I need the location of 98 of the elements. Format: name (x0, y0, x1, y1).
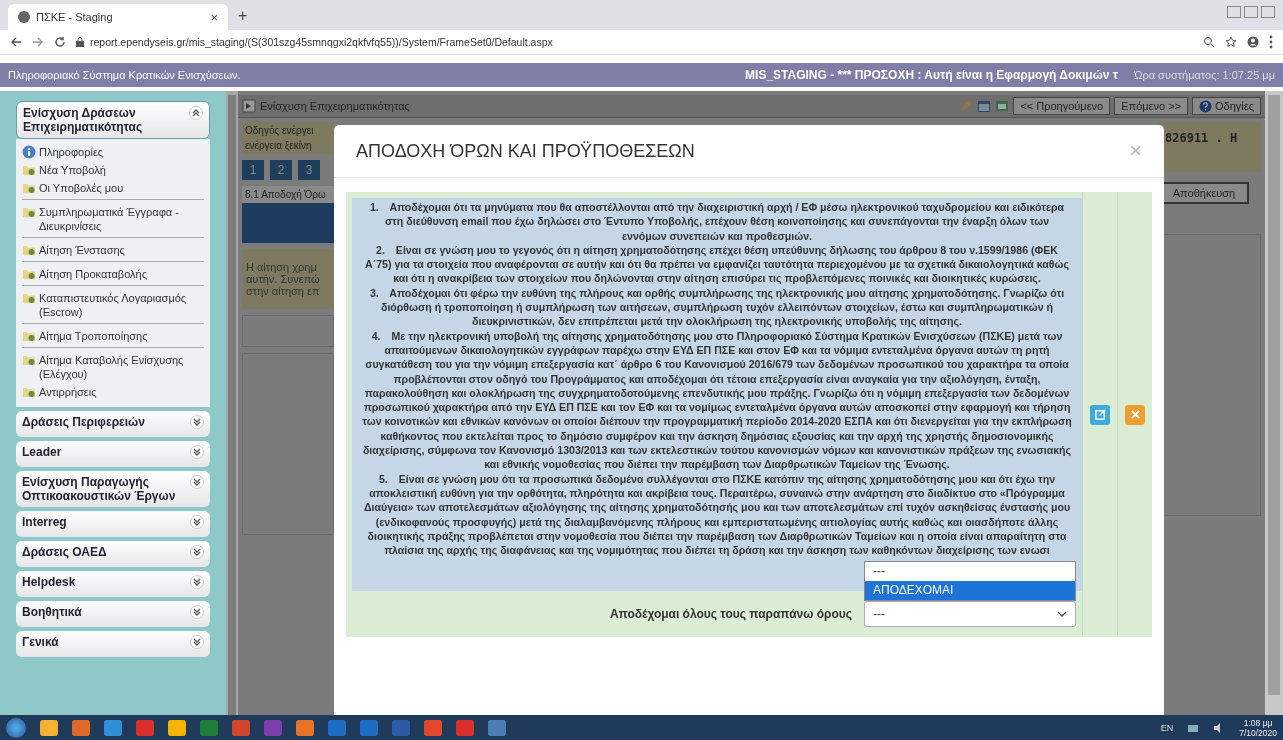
system-clock: Ώρα συστήματος: 1:07:25 μμ (1134, 69, 1275, 81)
folder-icon (22, 205, 36, 219)
menu-link[interactable]: Αίτημα Καταβολής Ενίσχυσης (Ελέγχου) (39, 353, 204, 381)
expand-icon (190, 475, 204, 489)
menu-link[interactable]: Αίτηση Ένστασης (39, 243, 204, 257)
taskbar-app-icon[interactable] (232, 719, 250, 736)
edit-button[interactable] (1090, 404, 1110, 425)
taskbar-time: 1:08 μμ (1243, 717, 1273, 728)
taskbar-app-icon[interactable] (40, 719, 58, 736)
modal-title: ΑΠΟΔΟΧΗ ΌΡΩΝ ΚΑΙ ΠΡΟΫΠΟΘΕΣΕΩΝ (356, 140, 696, 162)
accordion-header[interactable]: Ενίσχυση Δράσεων Επιχειρηματικότητας (16, 101, 210, 139)
menu-link[interactable]: Συμπληρωματικά Έγγραφα - Διευκρινίσεις (39, 205, 204, 233)
taskbar-date: 7/10/2020 (1239, 727, 1277, 738)
expand-icon (190, 515, 204, 529)
reload-icon[interactable] (54, 36, 66, 48)
accordion-header[interactable]: Δράσεις ΟΑΕΔ (16, 541, 210, 567)
start-button[interactable] (6, 717, 26, 738)
term-paragraph: 1. Αποδέχομαι ότι τα μηνύματα που θα αποστέλλονται από την διαχειριστική αρχή / ΕΦ μέσω ηλεκτρονικού ταχυδρομείου και ειδικότερα στη διεύθυνση email που έχω δηλώσει στο Έντυπο Υποβολής, επέχουν θέση κοινοποίησης και συνεπάγονται την έναρξη όλων των εννόμων συνεπειών και προθεσμιών. (368, 200, 1066, 243)
folder-icon (22, 353, 36, 367)
staging-warning: MIS_STAGING - *** ΠΡΟΣΟΧΗ : Αυτή είναι η Εφαρμογή Δοκιμών τ (745, 68, 1119, 82)
folder-icon (22, 385, 36, 399)
expand-icon (190, 545, 204, 559)
dropdown-option[interactable]: --- (865, 562, 1075, 582)
menu-link[interactable]: Αντιρρήσεις (39, 385, 204, 399)
notice-text: στην αίτηση επ (246, 285, 321, 297)
accordion-header[interactable]: Helpdesk (16, 571, 210, 597)
menu-link[interactable]: Αίτημα Τροποποίησης (39, 329, 204, 343)
close-tab-button[interactable]: × (210, 9, 218, 25)
browser-tab[interactable]: ΠΣΚΕ - Staging × (8, 4, 228, 30)
window-icon[interactable] (995, 99, 1010, 113)
taskbar-app-icon[interactable] (72, 719, 90, 736)
accordion-header[interactable]: Γενικά (16, 631, 210, 657)
help-icon (1199, 99, 1213, 113)
expand-icon (190, 575, 204, 589)
star-icon[interactable] (1225, 36, 1237, 48)
accordion-header[interactable]: Leader (16, 441, 210, 467)
collapse-icon (189, 106, 203, 120)
scrollbar[interactable] (1265, 91, 1283, 715)
expand-icon (190, 445, 204, 459)
term-paragraph: 5. Είναι σε γνώση μου ότι τα προσωπικά δεδομένα συλλέγονται στο ΠΣΚΕ κατόπιν της αίτησης χρηματοδότησης μου και ότι έχω την αποκλειστική ευθύνη για την ορθότητα, πληρότητα και ακρίβεια τους. Περαιτέρω, συναινώ στην ανάρτηση στο διαδίκτυο στο «Πρόγραμμα Διαύγεια» των αποτελεσμάτων αξιολόγησης της αίτησης χρηματοδότησής μου και των αποτελεσμάτων επί τυχόν ασκηθείσας ένστασής μου (ενδικοφανούς προσφυγής) μετά της διαλαμβανόμενης πλήρους και εμπεριστατωμένης αιτιολογίας αυτής καθώς και οιασδήποτε άλλης διοικητικής πράξης προβλέπεται στην νομοθεσία που διέπει την παρέμβαση των Διαρθρωτικών Ταμείων και η οποία είναι απαραίτητη στα πλαίσια της αρχής της διαφάνειας και της νομιμότητας που διέπει τη δράση και την άσκηση των καθηκόντων διαχείρισης των ενωσι (362, 471, 1072, 558)
help-button[interactable]: Οδηγίες (1192, 97, 1261, 115)
lock-icon (76, 37, 84, 47)
scrollbar[interactable] (226, 91, 238, 715)
taskbar-app-icon[interactable] (104, 719, 122, 736)
term-paragraph: 2. Είναι σε γνώση μου το γεγονός ότι η αίτηση χρηματοδότησης επέχει θέση υπεύθυνης δήλωσης του άρθρου 8 του ν.1599/1986 (ΦΕΚ Α΄75) για τα στοιχεία που αναφέρονται σε αυτήν και ότι θα πρέπει να εμφανίζει ταυτότητα περιεχομένου με τα σχετικά δικαιολογητικά καθώς και ότι η ανακρίβεια των στοιχείων που δηλώνονται στην αίτηση επισύρει τις προβλεπόμενες ποινικές και διοικητικές κυρώσεις. (364, 242, 1070, 286)
calendar-icon[interactable] (977, 99, 992, 113)
caret-icon (1057, 611, 1067, 618)
folder-icon (22, 181, 36, 195)
zoom-icon[interactable] (1203, 36, 1215, 48)
globe-icon (18, 11, 30, 23)
accordion-header[interactable]: Δράσεις Περιφερειών (16, 411, 210, 437)
app-title: Πληροφοριακό Σύστημα Κρατικών Ενισχύσεων. (8, 69, 241, 81)
expand-icon (190, 635, 204, 649)
expand-icon (190, 605, 204, 619)
field-label: Αποδέχομαι όλους τους παραπάνω όρους (609, 607, 852, 622)
guide-text: Οδηγός ενέργει (245, 125, 315, 136)
info-icon (22, 145, 36, 159)
section-tab[interactable]: 8.1 Αποδοχή Όρω (242, 186, 334, 203)
toolbar-title: Ενίσχυση Επιχειρηματικότητας (260, 100, 410, 112)
menu-icon[interactable] (1269, 35, 1273, 49)
notice-text: Η αίτηση χρημ (246, 261, 317, 273)
tab-title: ΠΣΚΕ - Staging (36, 11, 114, 23)
cancel-button[interactable] (1125, 404, 1145, 425)
language-indicator[interactable]: EN (1160, 722, 1174, 733)
application-code: 826911 . Η (1165, 131, 1238, 145)
expand-icon (190, 415, 204, 429)
profile-icon[interactable] (1247, 36, 1259, 48)
select-field[interactable]: --- (864, 601, 1076, 628)
taskbar-app-icon[interactable] (168, 719, 186, 736)
new-tab-button[interactable]: + (238, 7, 248, 25)
address-bar[interactable]: report.ependyseis.gr/mis_staging/(S(301szg45smnqgxi2qkfvfq55))/System/FrameSet0/Default.aspx (90, 36, 553, 48)
dropdown-option[interactable]: ΑΠΟΔΕΧΟΜΑΙ (865, 581, 1075, 601)
taskbar-app-icon[interactable] (424, 719, 442, 736)
folder-icon (22, 267, 36, 281)
folder-icon (22, 243, 36, 257)
menu-link[interactable]: Οι Υποβολές μου (39, 181, 204, 195)
folder-icon (22, 291, 36, 305)
taskbar-app-icon[interactable] (488, 719, 506, 736)
menu-link[interactable]: Καταπιστευτικός Λογαριασμός (Escrow) (39, 291, 204, 319)
edit-icon (1093, 408, 1107, 422)
page-icon (242, 99, 256, 113)
notice-text: αυτήν. Συνεπώ (246, 273, 321, 285)
term-paragraph: 4. Με την ηλεκτρονική υποβολή της αίτησης χρηματοδότησης μου στο Πληροφοριακό Σύστημα Κρατικών Ενισχύσεων (ΠΣΚΕ) μετά των απαιτούμενων δικαιολογητικών εγγράφων παρέχω στην ΕΥΔ ΕΠ ΠΣΕ και στον ΕΦ και τα νόμιμα εντεταλμένα όργανα αυτών τη ρητή συγκατάθεση του για την νόμιμη επεξεργασία κατ΄ άρθρο 6 του Κανονισμού 2016/679 των δεδομένων προσωπικού του χαρακτήρα τα οποία προβλέπονται στον οδηγό του Προγράμματος και αποδέχομαι ότι τέτοια επεξεργασία είναι αναγκαία για την αξιολόγηση, ένταξη, παρακολούθηση και ολοκλήρωση της συγχρηματοδοτούμενης επενδυτικής μου πράξης. Γνωρίζω ότι η νόμιμη επεξεργασία των δεδομένων προσωπικού χαρακτήρα από την ΕΥΔ ΕΠ ΠΣΕ και τον ΕΦ και τα νομίμως εντεταλμένα όργανα αυτών αποσκοπεί στην εφαρμογή και τήρηση των κοινοτικών και εθνικών κανόνων οι οποίοι διέπουν την προγραμματική περίοδο 2014-2020 ΕΣΠΑ και ότι διενεργείται για την εκπλήρωση καθήκοντος που εκτελείται προς το δημόσιο συμφέρον και την άσκηση δημόσιας εξουσίας και την αρχή της χρηστής δημοσιονομικής διαχείρισης, σύμφωνα τον Κανονισμό 1303/2013 και των εκτελεστικών τούτου κανονισμών νόμων και κανονιστικών πράξεων της ενωσιακής και εθνικής νομοθεσίας που διέπει την παρέμβαση των Διαρθρωτικών Ταμείων της Ένωσης. (362, 328, 1072, 472)
taskbar-app-icon[interactable] (296, 719, 314, 736)
accordion-header[interactable]: Βοηθητικά (16, 601, 210, 627)
guide-text: ενέργεια ξεκίνη (245, 140, 313, 151)
nav-button[interactable]: << Προηγούμενο (1013, 97, 1111, 115)
accordion-header[interactable]: Ενίσχυση Παραγωγής Οπτικοακουστικών Έργων (16, 471, 210, 507)
back-icon[interactable] (10, 36, 22, 48)
menu-link[interactable]: Πληροφορίες (39, 145, 204, 159)
term-paragraph: 3. Αποδέχομαι ότι φέρω την ευθύνη της πλήρους και ορθής συμπλήρωσης της ηλεκτρονικής μου αίτησης χρηματοδότησης. Γνωρίζω ότι διόρθωση ή τροποποίηση ή συμπλήρωση των αιτήσεων, συμπλήρωση τυχόν ελλειπόντων στοιχείων, έστω και συμπληρωματικών ή διευκρινιστικών, δεν επιτρέπεται μετά την ολοκλήρωση της ηλεκτρονικής υποβολής της αίτησης. (368, 285, 1066, 329)
accordion-header[interactable]: Interreg (16, 511, 210, 537)
forward-icon[interactable] (32, 36, 44, 48)
menu-link[interactable]: Αίτηση Προκαταβολής (39, 267, 204, 281)
folder-icon (22, 329, 36, 343)
nav-button[interactable]: Επόμενο >> (1114, 97, 1189, 115)
menu-link[interactable]: Νέα Υποβολή (39, 163, 204, 177)
folder-icon (22, 163, 36, 177)
